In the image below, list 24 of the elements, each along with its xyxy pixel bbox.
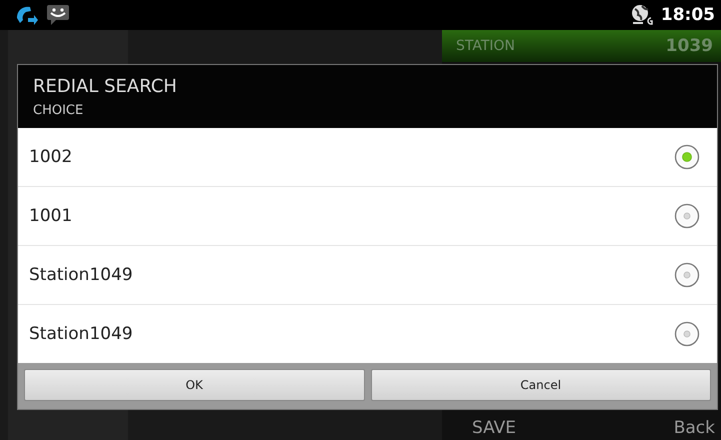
station-label: STATION	[456, 38, 516, 54]
station-number: 1039	[666, 36, 713, 56]
choice-item[interactable]: 1002	[18, 128, 717, 187]
dialog-button[interactable]: OK	[24, 369, 364, 401]
globe-network-icon	[630, 4, 653, 26]
choice-item[interactable]: Station1049	[18, 305, 717, 363]
softkey[interactable]: Back	[674, 418, 715, 438]
dialog-subtitle: CHOICE	[33, 102, 84, 118]
radio-button[interactable]	[674, 262, 700, 288]
choice-label: Station1049	[29, 265, 134, 285]
smiley-message-icon	[46, 4, 70, 26]
choice-label: Station1049	[29, 324, 134, 344]
radio-button[interactable]	[674, 203, 700, 229]
radio-button[interactable]	[674, 321, 700, 347]
radio-button[interactable]	[674, 144, 700, 170]
dialog-button[interactable]: Cancel	[370, 369, 711, 401]
choice-item[interactable]: 1001	[18, 187, 717, 246]
choice-label: 1001	[29, 206, 74, 226]
dialog-title: REDIAL SEARCH	[33, 76, 178, 96]
clock-time: 18:05	[660, 5, 715, 25]
choice-label: 1002	[29, 147, 74, 167]
phone-icon	[14, 4, 38, 26]
softkey[interactable]: SAVE	[472, 418, 516, 438]
choice-item[interactable]: Station1049	[18, 246, 717, 305]
